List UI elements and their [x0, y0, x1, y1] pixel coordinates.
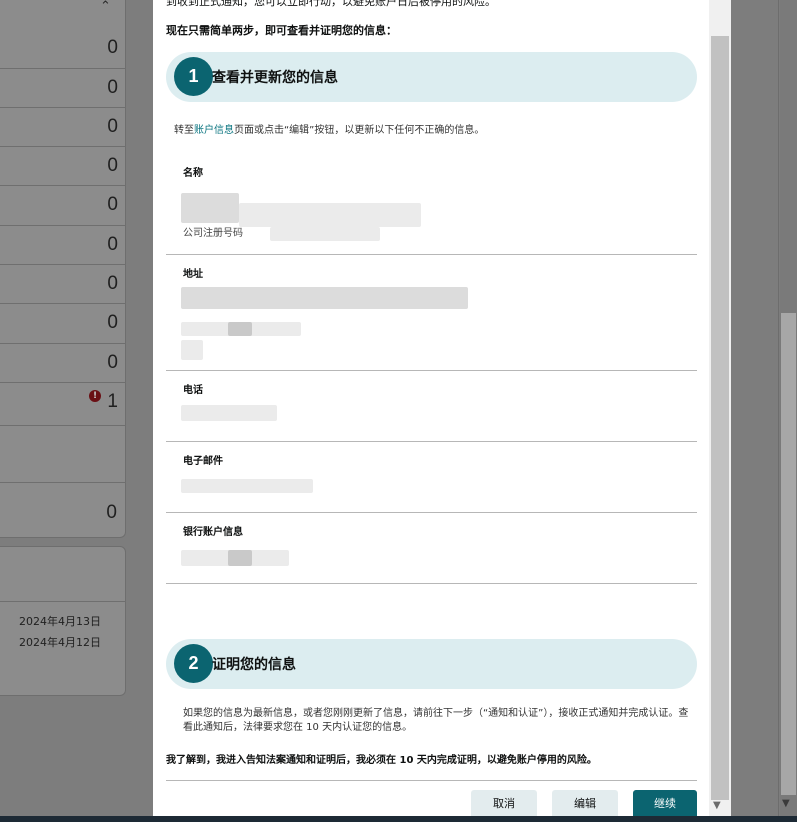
field-divider — [166, 370, 697, 371]
background-row: 0 — [0, 147, 126, 186]
background-row: 0 — [0, 186, 126, 226]
email-label: 电子邮件 — [183, 456, 223, 467]
background-row: 0 — [0, 304, 126, 344]
background-row — [0, 426, 126, 483]
background-row: ! 1 — [0, 383, 126, 426]
field-divider — [166, 583, 697, 584]
redacted-name — [181, 193, 239, 223]
field-divider — [166, 512, 697, 513]
acknowledgement-text: 我了解到，我进入告知法案通知和证明后，我必须在 10 天内完成证明，以避免账户停… — [166, 755, 597, 766]
modal-scrollbar-thumb[interactable] — [711, 36, 729, 800]
step-2-number: 2 — [174, 644, 213, 683]
intro-text: 现在只需简单两步，即可查看并证明您的信息： — [166, 24, 397, 37]
step-1-title: 查看并更新您的信息 — [212, 70, 338, 86]
background-date-card: 2024年4月13日 2024年4月12日 — [0, 546, 126, 696]
company-registration-label: 公司注册号码 — [183, 228, 243, 239]
background-row: 0 — [0, 344, 126, 383]
redacted-address — [181, 287, 468, 309]
account-info-link[interactable]: 账户信息 — [194, 125, 234, 136]
intro-text-cut: 到收到正式通知，您可以立即行动，以避免账户日后被停用的风险。 — [166, 0, 496, 8]
background-row: 0 — [0, 29, 126, 69]
background-row: 0 — [0, 69, 126, 108]
taskbar — [0, 816, 797, 822]
redacted-address — [228, 322, 252, 336]
modal-scroll-down-icon[interactable]: ▼ — [713, 800, 721, 811]
redacted-email — [181, 479, 313, 493]
redacted-name — [239, 203, 421, 227]
address-label: 地址 — [183, 269, 203, 280]
background-count-card: ⌃ 0 0 0 0 0 0 0 0 0 ! 1 0 — [0, 0, 126, 538]
redacted-bank-account — [228, 550, 252, 566]
redacted-address — [181, 340, 203, 360]
step-2-header: 2 证明您的信息 — [166, 639, 697, 689]
field-divider — [166, 254, 697, 255]
step-2-note: 如果您的信息为最新信息，或者您刚刚更新了信息，请前往下一步（“通知和认证”），接… — [183, 708, 689, 733]
background-row: 0 — [0, 265, 126, 304]
page-scrollbar-thumb[interactable] — [781, 313, 796, 795]
name-label: 名称 — [183, 168, 203, 179]
bank-account-label: 银行账户信息 — [183, 527, 243, 538]
background-row: 0 — [0, 108, 126, 147]
alert-icon: ! — [89, 390, 101, 402]
scroll-down-arrow-icon[interactable]: ▼ — [782, 798, 790, 809]
step-2-title: 证明您的信息 — [212, 657, 296, 673]
step-1-note: 转至账户信息页面或点击“编辑”按钮，以更新以下任何不正确的信息。 — [174, 125, 485, 136]
chevron-up-icon: ⌃ — [100, 0, 111, 14]
step-1-number: 1 — [174, 57, 213, 96]
phone-label: 电话 — [183, 385, 203, 396]
footer-divider — [166, 780, 697, 781]
field-divider — [166, 441, 697, 442]
background-row: 0 — [0, 226, 126, 265]
step-1-header: 1 查看并更新您的信息 — [166, 52, 697, 102]
redacted-registration — [270, 227, 380, 241]
redacted-phone — [181, 405, 277, 421]
